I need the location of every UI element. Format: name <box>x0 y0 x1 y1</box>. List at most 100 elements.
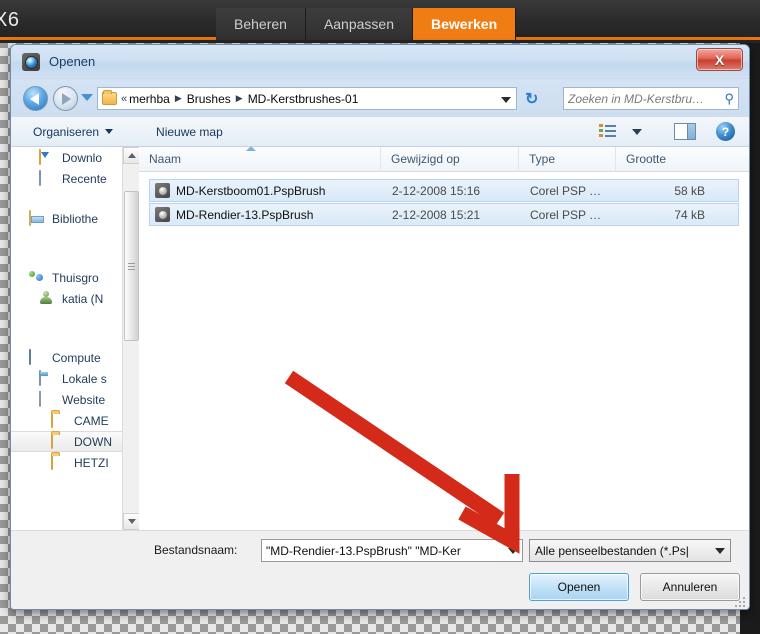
recent-pages-chevron-down-icon[interactable] <box>81 94 93 101</box>
user-icon <box>39 291 56 306</box>
table-row[interactable]: MD-Kerstboom01.PspBrush 2-12-2008 15:16 … <box>149 179 739 202</box>
dialog-footer: Bestandsnaam: "MD-Rendier-13.PspBrush" "… <box>11 530 749 609</box>
app-titlebar: X6 Beheren Aanpassen Bewerken <box>0 0 760 40</box>
nav-item-local-disk[interactable]: Lokale s <box>11 368 139 389</box>
app-tab-bar: Beheren Aanpassen Bewerken <box>216 8 517 40</box>
nav-item-label: DOWN <box>74 434 112 449</box>
file-list-rows: MD-Kerstboom01.PspBrush 2-12-2008 15:16 … <box>139 172 749 226</box>
command-bar: Organiseren Nieuwe map ? <box>11 117 749 147</box>
filename-chevron-down-icon[interactable] <box>508 547 518 554</box>
help-icon[interactable]: ? <box>716 122 735 141</box>
table-row[interactable]: MD-Rendier-13.PspBrush 2-12-2008 15:21 C… <box>149 203 739 226</box>
nav-item-label: Recente <box>62 171 107 186</box>
nav-item-homegroup[interactable]: Thuisgro <box>11 267 139 288</box>
tab-aanpassen[interactable]: Aanpassen <box>305 8 413 40</box>
tab-bewerken[interactable]: Bewerken <box>413 8 517 40</box>
folder-icon <box>102 90 117 105</box>
nav-item-label: Website <box>62 392 106 407</box>
download-folder-icon <box>39 149 56 165</box>
breadcrumb-item-2[interactable]: MD-Kerstbrushes-01 <box>248 92 359 106</box>
column-label: Naam <box>149 151 182 166</box>
search-input[interactable]: Zoeken in MD-Kerstbru… ⚲ <box>563 87 739 110</box>
back-button[interactable] <box>23 86 48 111</box>
close-button[interactable]: X <box>696 48 743 71</box>
nav-item-label: CAME <box>74 413 109 428</box>
lens-icon <box>25 56 37 68</box>
navigation-pane-scrollbar[interactable] <box>122 147 139 530</box>
view-mode-chevron-down-icon[interactable] <box>632 129 642 135</box>
nav-item-recent-places[interactable]: Recente <box>11 168 139 189</box>
breadcrumb-overflow-chevrons[interactable]: « <box>121 93 127 105</box>
nav-group-gap <box>11 309 139 328</box>
address-bar[interactable]: « merhba ▶ Brushes ▶ MD-Kerstbrushes-01 <box>97 87 517 110</box>
column-header-name[interactable]: Naam <box>139 147 381 172</box>
nav-item-computer[interactable]: Compute <box>11 347 139 368</box>
libraries-icon <box>29 210 46 226</box>
scrollbar-thumb[interactable] <box>124 191 139 341</box>
preview-pane-icon[interactable] <box>674 123 696 140</box>
breadcrumb-item-0[interactable]: merhba <box>129 92 170 106</box>
nav-item-hetzi[interactable]: HETZI <box>11 452 139 473</box>
resize-grip-icon[interactable] <box>733 595 745 607</box>
brush-file-icon <box>155 207 170 222</box>
dialog-titlebar: Openen X <box>11 45 749 79</box>
nav-group-gap <box>11 229 139 248</box>
filetype-dropdown[interactable]: Alle penseelbestanden (*.Ps| <box>529 539 731 562</box>
search-icon: ⚲ <box>724 90 734 106</box>
filetype-value: Alle penseelbestanden (*.Ps| <box>535 543 689 558</box>
filename-label: Bestandsnaam: <box>154 543 238 557</box>
navigation-row: « merhba ▶ Brushes ▶ MD-Kerstbrushes-01 … <box>11 79 749 117</box>
nav-item-user-katia[interactable]: katia (N <box>11 288 139 309</box>
nav-item-came[interactable]: CAME <box>11 410 139 431</box>
back-arrow-icon <box>30 92 39 105</box>
triangle-down-icon <box>127 519 136 524</box>
nav-item-down[interactable]: DOWN <box>11 431 139 452</box>
view-mode-icon[interactable] <box>599 124 616 139</box>
cancel-button[interactable]: Annuleren <box>640 573 740 601</box>
search-placeholder: Zoeken in MD-Kerstbru… <box>568 91 705 106</box>
local-drive-icon <box>39 370 56 386</box>
forward-arrow-icon <box>62 92 71 105</box>
address-chevron-down-icon[interactable] <box>501 97 511 103</box>
dialog-title: Openen <box>49 54 96 69</box>
organize-button[interactable]: Organiseren <box>33 125 114 139</box>
folder-icon <box>51 433 68 449</box>
nav-item-label: Thuisgro <box>52 270 99 285</box>
breadcrumb-item-1[interactable]: Brushes <box>187 92 231 106</box>
file-type: Corel PSP … <box>530 183 602 198</box>
computer-icon <box>29 349 46 365</box>
file-name: MD-Kerstboom01.PspBrush <box>176 183 326 198</box>
filename-input[interactable]: "MD-Rendier-13.PspBrush" "MD-Ker <box>261 539 523 562</box>
recent-places-icon <box>39 170 56 186</box>
open-file-dialog: Openen X « merhba ▶ Brushes ▶ MD-Kerstbr… <box>10 44 750 610</box>
filetype-chevron-down-icon <box>715 547 725 554</box>
nav-item-label: HETZI <box>74 455 109 470</box>
file-modified: 2-12-2008 15:16 <box>392 183 481 198</box>
column-header-size[interactable]: Grootte <box>616 147 711 172</box>
scroll-up-button[interactable] <box>123 147 139 164</box>
close-icon: X <box>714 51 725 68</box>
column-header-modified[interactable]: Gewijzigd op <box>381 147 519 172</box>
scroll-down-button[interactable] <box>123 513 139 530</box>
folder-icon <box>51 454 68 470</box>
nav-item-downloads[interactable]: Downlo <box>11 147 139 168</box>
file-list-header: Naam Gewijzigd op Type Grootte <box>139 147 749 172</box>
open-button[interactable]: Openen <box>529 573 629 601</box>
file-size: 58 kB <box>674 183 705 198</box>
breadcrumb-separator-icon: ▶ <box>174 93 182 103</box>
column-header-type[interactable]: Type <box>519 147 616 172</box>
forward-button[interactable] <box>53 86 78 111</box>
breadcrumb-separator-icon: ▶ <box>235 93 243 103</box>
homegroup-icon <box>29 270 46 285</box>
nav-item-website-drive[interactable]: Website <box>11 389 139 410</box>
grip-icon <box>128 261 135 272</box>
application-icon <box>22 53 40 71</box>
new-folder-button[interactable]: Nieuwe map <box>156 125 223 139</box>
file-modified: 2-12-2008 15:21 <box>392 207 481 222</box>
tab-beheren[interactable]: Beheren <box>216 8 306 40</box>
file-type: Corel PSP … <box>530 207 602 222</box>
refresh-icon[interactable]: ↻ <box>525 89 538 109</box>
nav-item-label: Bibliothe <box>52 211 99 226</box>
folder-icon <box>51 412 68 428</box>
nav-item-libraries[interactable]: Bibliothe <box>11 208 139 229</box>
